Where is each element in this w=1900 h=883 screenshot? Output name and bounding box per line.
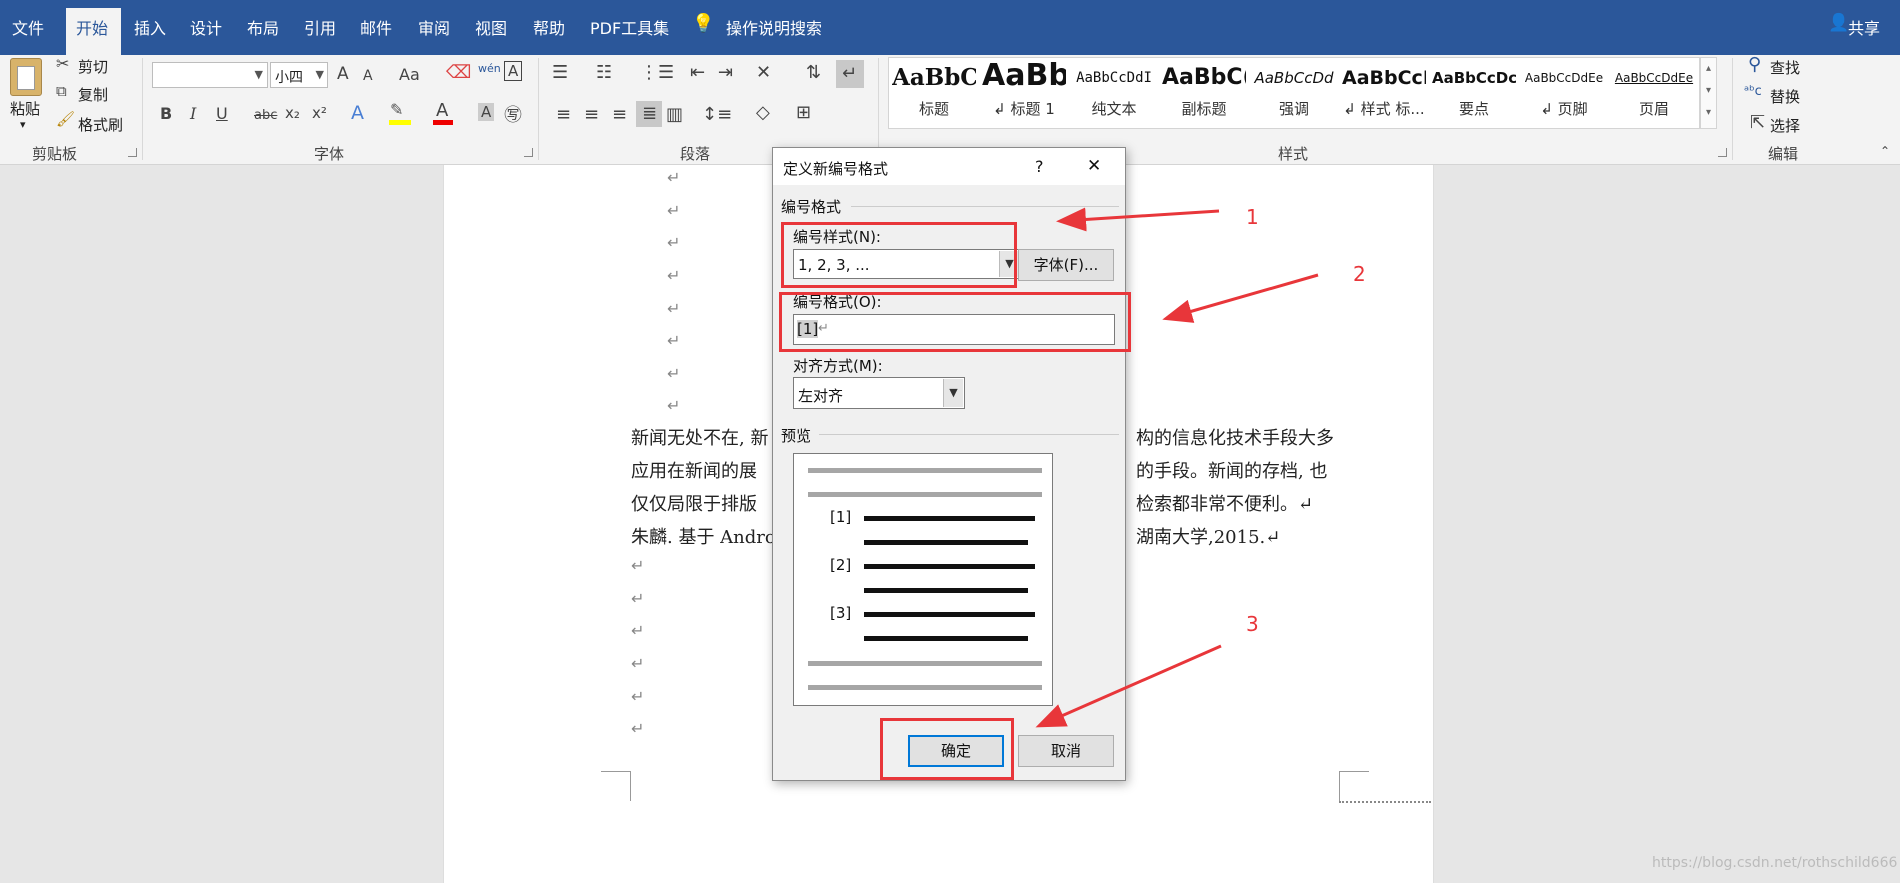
annotation-arrows <box>1035 207 1319 728</box>
annotation-arrow-1 <box>1056 207 1220 232</box>
annotation-label-2: 2 <box>1353 262 1366 286</box>
annotation-arrow-3 <box>1035 644 1222 728</box>
watermark: https://blog.csdn.net/rothschild666 <box>1652 855 1898 871</box>
annotation-label-3: 3 <box>1246 612 1259 636</box>
annotation-arrow-2 <box>1162 273 1319 323</box>
annotation-label-1: 1 <box>1246 205 1259 229</box>
